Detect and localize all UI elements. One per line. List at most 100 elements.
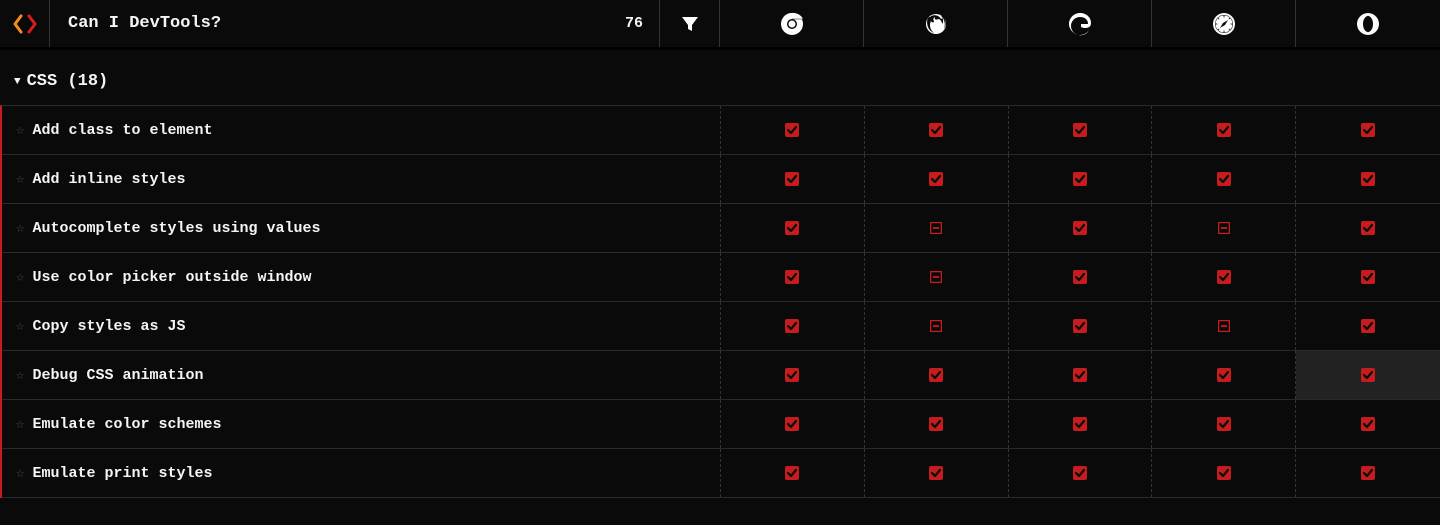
check-icon <box>1217 270 1231 284</box>
support-cell-edge[interactable] <box>1009 106 1153 154</box>
support-cell-chrome[interactable] <box>721 155 865 203</box>
feature-label: Emulate color schemes <box>32 416 221 433</box>
support-cell-chrome[interactable] <box>721 253 865 301</box>
browser-column-edge[interactable] <box>1008 0 1152 47</box>
partial-icon <box>930 271 942 283</box>
feature-row[interactable]: ☆Debug CSS animation <box>2 351 1440 400</box>
support-cell-firefox[interactable] <box>865 253 1009 301</box>
support-cell-safari[interactable] <box>1152 253 1296 301</box>
feature-label: Add class to element <box>32 122 212 139</box>
feature-row[interactable]: ☆ Use color picker outside window <box>2 253 1440 302</box>
support-cell-firefox[interactable] <box>865 155 1009 203</box>
support-cell-edge[interactable] <box>1009 253 1153 301</box>
support-cell-safari[interactable] <box>1152 106 1296 154</box>
support-cell-safari[interactable] <box>1152 204 1296 252</box>
browser-column-firefox[interactable] <box>864 0 1008 47</box>
check-icon <box>785 466 799 480</box>
support-cell-safari[interactable] <box>1152 449 1296 497</box>
feature-row[interactable]: ☆ Add inline styles <box>2 155 1440 204</box>
browser-column-opera[interactable] <box>1296 0 1440 47</box>
support-cell-safari[interactable] <box>1152 400 1296 448</box>
feature-name-cell[interactable]: ☆Copy styles as JS <box>2 302 721 350</box>
check-icon <box>1217 172 1231 186</box>
filter-button[interactable] <box>660 0 720 47</box>
star-outline-icon[interactable]: ☆ <box>16 318 24 335</box>
check-icon <box>929 417 943 431</box>
check-icon <box>1361 221 1375 235</box>
support-cell-firefox[interactable] <box>865 351 1009 399</box>
funnel-icon <box>680 14 700 34</box>
support-cell-edge[interactable] <box>1009 449 1153 497</box>
feature-row[interactable]: ☆Copy styles as JS <box>2 302 1440 351</box>
support-cell-edge[interactable] <box>1009 204 1153 252</box>
support-cell-opera[interactable] <box>1296 253 1440 301</box>
logo[interactable] <box>0 0 50 47</box>
safari-icon <box>1212 12 1236 36</box>
support-cell-opera[interactable] <box>1296 449 1440 497</box>
support-cell-opera[interactable] <box>1296 155 1440 203</box>
star-outline-icon[interactable]: ☆ <box>16 367 24 384</box>
support-cell-edge[interactable] <box>1009 351 1153 399</box>
section-header[interactable]: ▼ CSS (18) <box>0 50 1440 105</box>
feature-name-cell[interactable]: ☆ Use color picker outside window <box>2 253 721 301</box>
feature-label: Use color picker outside window <box>32 269 311 286</box>
partial-icon <box>1218 320 1230 332</box>
support-cell-safari[interactable] <box>1152 155 1296 203</box>
support-cell-opera[interactable] <box>1296 400 1440 448</box>
support-cell-chrome[interactable] <box>721 302 865 350</box>
code-brackets-icon <box>13 13 37 35</box>
support-cell-chrome[interactable] <box>721 449 865 497</box>
check-icon <box>1361 123 1375 137</box>
section-label: CSS (18) <box>27 72 109 91</box>
support-cell-chrome[interactable] <box>721 106 865 154</box>
check-icon <box>785 368 799 382</box>
support-cell-firefox[interactable] <box>865 449 1009 497</box>
support-cell-safari[interactable] <box>1152 351 1296 399</box>
support-cell-edge[interactable] <box>1009 400 1153 448</box>
check-icon <box>1361 466 1375 480</box>
browser-column-chrome[interactable] <box>720 0 864 47</box>
support-cell-edge[interactable] <box>1009 155 1153 203</box>
check-icon <box>1361 319 1375 333</box>
star-outline-icon[interactable]: ☆ <box>16 220 24 237</box>
check-icon <box>785 319 799 333</box>
support-cell-firefox[interactable] <box>865 302 1009 350</box>
support-cell-firefox[interactable] <box>865 204 1009 252</box>
feature-row[interactable]: ☆Emulate print styles <box>2 449 1440 498</box>
feature-name-cell[interactable]: ☆Debug CSS animation <box>2 351 721 399</box>
star-outline-icon[interactable]: ☆ <box>16 122 24 139</box>
feature-row[interactable]: ☆Autocomplete styles using values <box>2 204 1440 253</box>
support-cell-chrome[interactable] <box>721 351 865 399</box>
feature-name-cell[interactable]: ☆ Add inline styles <box>2 155 721 203</box>
support-cell-opera[interactable] <box>1296 351 1440 399</box>
feature-label: Add inline styles <box>32 171 185 188</box>
star-outline-icon[interactable]: ☆ <box>16 269 24 286</box>
support-cell-chrome[interactable] <box>721 400 865 448</box>
feature-row[interactable]: ☆ Add class to element <box>2 106 1440 155</box>
check-icon <box>1217 466 1231 480</box>
support-cell-chrome[interactable] <box>721 204 865 252</box>
support-cell-opera[interactable] <box>1296 106 1440 154</box>
support-cell-firefox[interactable] <box>865 400 1009 448</box>
support-cell-firefox[interactable] <box>865 106 1009 154</box>
star-outline-icon[interactable]: ☆ <box>16 465 24 482</box>
check-icon <box>1073 172 1087 186</box>
feature-name-cell[interactable]: ☆Autocomplete styles using values <box>2 204 721 252</box>
check-icon <box>1073 123 1087 137</box>
check-icon <box>929 466 943 480</box>
support-cell-edge[interactable] <box>1009 302 1153 350</box>
support-cell-opera[interactable] <box>1296 302 1440 350</box>
feature-name-cell[interactable]: ☆ Add class to element <box>2 106 721 154</box>
feature-name-cell[interactable]: ☆Emulate print styles <box>2 449 721 497</box>
feature-row[interactable]: ☆ Emulate color schemes <box>2 400 1440 449</box>
check-icon <box>1217 123 1231 137</box>
browser-column-safari[interactable] <box>1152 0 1296 47</box>
feature-name-cell[interactable]: ☆ Emulate color schemes <box>2 400 721 448</box>
site-title[interactable]: Can I DevTools? <box>50 0 609 47</box>
star-outline-icon[interactable]: ☆ <box>16 416 24 433</box>
check-icon <box>1073 319 1087 333</box>
edge-icon <box>1068 12 1092 36</box>
star-outline-icon[interactable]: ☆ <box>16 171 24 188</box>
support-cell-opera[interactable] <box>1296 204 1440 252</box>
support-cell-safari[interactable] <box>1152 302 1296 350</box>
